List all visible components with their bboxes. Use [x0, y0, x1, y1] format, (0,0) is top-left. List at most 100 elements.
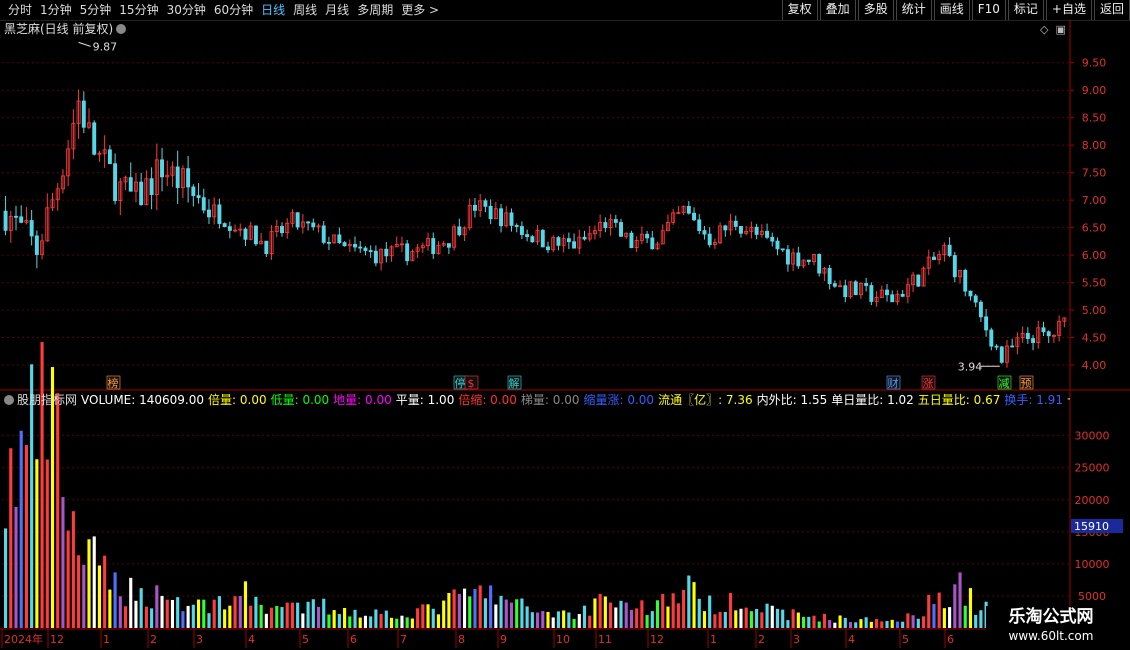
window-icon[interactable]: ▣: [1055, 23, 1065, 36]
volume-bar-73: [384, 610, 388, 628]
chevron-down-icon[interactable]: [116, 24, 127, 34]
volume-bar-43: [228, 605, 232, 628]
candle-body-163: [853, 281, 858, 296]
period-tab-5[interactable]: 60分钟: [210, 0, 257, 20]
volume-bar-138: [723, 611, 727, 628]
indicator-menu-icon[interactable]: [4, 395, 14, 405]
volume-bar-78: [410, 618, 414, 628]
action-button-6[interactable]: 标记: [1007, 0, 1044, 20]
candle-body-18: [97, 152, 102, 155]
period-tab-2[interactable]: 5分钟: [76, 0, 116, 20]
volume-bar-52: [275, 606, 279, 628]
candle-body-68: [358, 246, 363, 249]
volume-bar-58: [306, 601, 310, 628]
volume-bar-181: [948, 607, 952, 628]
volume-bar-168: [880, 621, 884, 628]
volume-bar-54: [285, 602, 289, 628]
candle-body-147: [770, 236, 775, 242]
candle-body-73: [384, 248, 389, 257]
candle-body-111: [582, 236, 587, 240]
candle-body-66: [347, 243, 352, 247]
period-tab-0[interactable]: 分时: [4, 0, 36, 20]
volume-bar-17: [92, 536, 96, 628]
action-button-8[interactable]: 返回: [1093, 0, 1130, 20]
candle-body-127: [665, 222, 670, 232]
candle-body-62: [326, 242, 331, 244]
candle-body-171: [895, 293, 900, 303]
candle-body-100: [525, 234, 530, 238]
volume-bar-53: [280, 607, 284, 628]
candle-body-39: [207, 209, 211, 218]
volume-bar-89: [468, 596, 472, 628]
volume-bar-127: [666, 606, 670, 628]
volume-bar-94: [494, 604, 498, 628]
volume-bar-90: [473, 588, 477, 628]
volume-bar-166: [869, 621, 873, 628]
diamond-icon[interactable]: ◇: [1040, 23, 1048, 36]
event-marker-box-7: [1019, 375, 1034, 390]
volume-bar-180: [942, 608, 946, 628]
volume-bar-28: [150, 608, 154, 628]
candle-body-76: [399, 243, 404, 246]
period-tab-7[interactable]: 周线: [289, 0, 321, 20]
candle-body-151: [791, 252, 796, 265]
candle-body-125: [655, 243, 660, 250]
indicator-value-8: 缩量涨: 0.00: [583, 393, 655, 407]
volume-bar-150: [786, 620, 790, 628]
volume-bar-92: [483, 598, 487, 628]
volume-bar-133: [697, 598, 701, 628]
candle-body-124: [650, 237, 655, 250]
volume-bar-120: [629, 609, 634, 628]
volume-bar-80: [421, 604, 425, 628]
period-tab-9[interactable]: 多周期: [353, 0, 397, 20]
candle-body-57: [300, 221, 305, 228]
event-marker-4: 财: [888, 376, 899, 390]
period-tab-1[interactable]: 1分钟: [36, 0, 76, 20]
candle-body-48: [253, 225, 258, 245]
action-button-4[interactable]: 画线: [933, 0, 970, 20]
candle-body-183: [958, 269, 962, 278]
candle-body-84: [441, 243, 446, 246]
candle-body-11: [60, 175, 65, 190]
candle-body-116: [608, 219, 613, 228]
action-button-0[interactable]: 复权: [781, 0, 818, 20]
candle-body-112: [587, 233, 592, 240]
candle-body-193: [1010, 345, 1015, 348]
candle-body-168: [879, 289, 884, 298]
candle-body-38: [201, 197, 206, 211]
action-button-3[interactable]: 统计: [895, 0, 932, 20]
action-button-2[interactable]: 多股: [857, 0, 894, 20]
candle-body-92: [483, 200, 488, 207]
volume-bar-75: [395, 618, 399, 628]
candle-body-196: [1025, 332, 1030, 339]
period-tab-8[interactable]: 月线: [321, 0, 353, 20]
period-tab-4[interactable]: 30分钟: [163, 0, 210, 20]
date-axis: 2024年 12 1 2 3 4 5 6 7 8 9 10 11 12 1 2 3 4 5 6: [1, 629, 954, 648]
event-marker-box-3: [507, 375, 522, 390]
action-button-1[interactable]: 叠加: [819, 0, 856, 20]
action-button-7[interactable]: +自选: [1045, 0, 1092, 20]
volume-bar-66: [348, 616, 352, 628]
candle-body-45: [238, 228, 243, 231]
volume-bar-165: [864, 617, 868, 628]
volume-bar-98: [515, 599, 519, 628]
volume-bar-157: [822, 613, 826, 628]
volume-bar-155: [812, 615, 816, 628]
period-tab-3[interactable]: 15分钟: [115, 0, 162, 20]
action-button-5[interactable]: F10: [971, 0, 1006, 20]
candle-body-65: [342, 242, 347, 247]
period-tab-10[interactable]: 更多 >: [397, 0, 443, 20]
volume-bar-31: [165, 599, 169, 628]
volume-bar-123: [645, 615, 649, 628]
volume-bar-76: [400, 615, 404, 628]
vol-tick-label-0: 5000: [1078, 590, 1106, 603]
candle-body-118: [619, 222, 623, 237]
candle-body-179: [937, 254, 942, 260]
volume-bar-56: [296, 602, 300, 628]
volume-bar-23: [123, 606, 128, 628]
period-tab-6[interactable]: 日线: [257, 0, 289, 20]
volume-bar-93: [489, 585, 493, 628]
volume-bar-0: [4, 528, 8, 628]
volume-bar-167: [875, 619, 879, 628]
price-tick-label-3: 5.50: [1082, 277, 1107, 290]
